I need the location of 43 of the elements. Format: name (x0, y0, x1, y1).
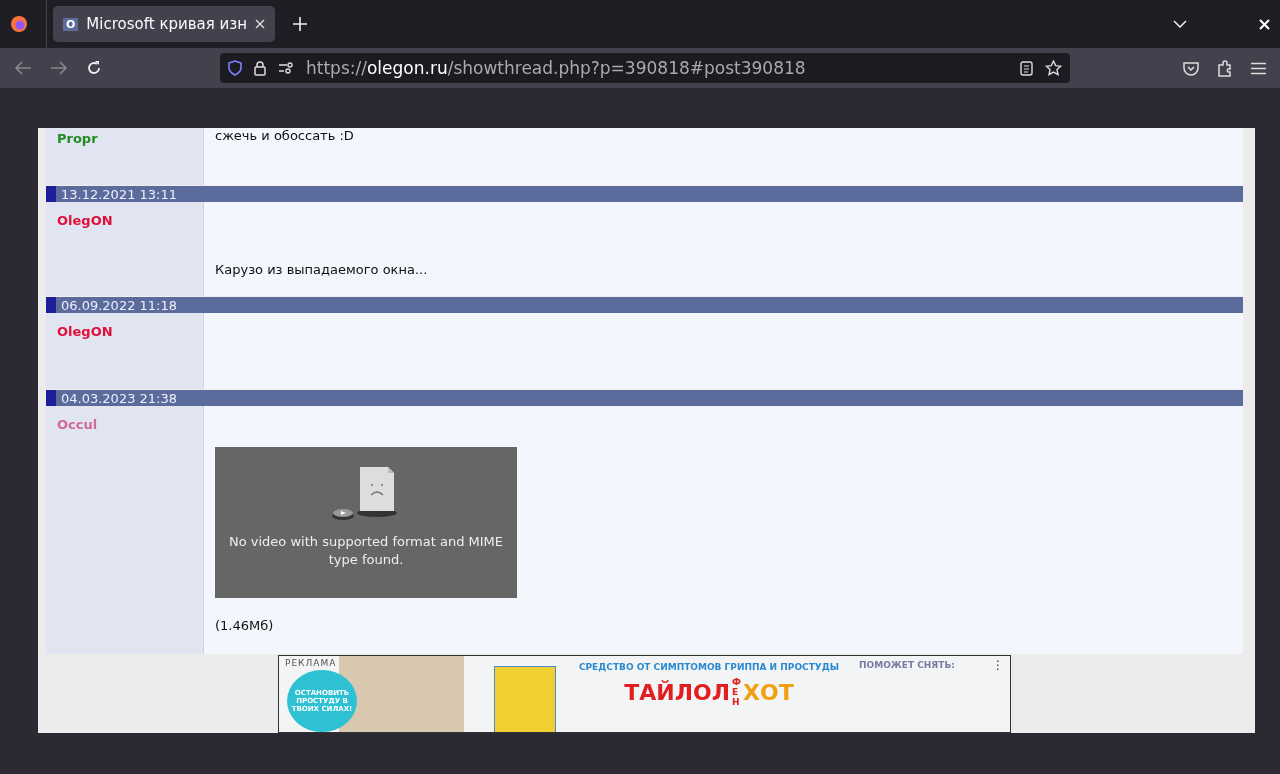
date-bar-marker (46, 186, 56, 202)
author-name[interactable]: Propr (57, 131, 98, 146)
product-box-drawing (494, 666, 556, 732)
ad-headline: СРЕДСТВО ОТ СИМПТОМОВ ГРИППА И ПРОСТУДЫ (578, 662, 840, 672)
firefox-logo-icon[interactable] (10, 15, 28, 33)
brand-name: ХОТ (743, 680, 794, 706)
ad-tagline: ПОМОЖЕТ СНЯТЬ: (859, 660, 955, 672)
post-text: Карузо из выпадаемого окна... (215, 262, 428, 277)
browser-tab[interactable]: O Microsoft кривая изн (53, 6, 275, 42)
author-name[interactable]: Occul (57, 417, 98, 432)
puzzle-piece-icon[interactable] (1217, 59, 1233, 77)
tab-title: Microsoft кривая изн (86, 15, 247, 33)
post-date: 13.12.2021 13:11 (60, 186, 178, 202)
sliders-icon[interactable] (278, 62, 294, 74)
forward-arrow-icon[interactable] (50, 61, 68, 75)
pocket-icon[interactable] (1183, 60, 1199, 76)
post-date: 06.09.2022 11:18 (60, 297, 178, 313)
ad-menu-button[interactable]: ⋮ (992, 658, 1004, 672)
back-arrow-icon[interactable] (14, 61, 32, 75)
date-bar-marker (46, 390, 56, 406)
reload-icon[interactable] (86, 60, 102, 76)
address-bar[interactable]: https://olegon.ru/showthread.php?p=390818#post390818 (220, 53, 1070, 83)
brand-name: ТАЙЛОЛ (624, 680, 730, 706)
post-date: 04.03.2023 21:38 (60, 390, 178, 406)
close-icon[interactable] (255, 19, 265, 29)
padlock-icon[interactable] (254, 60, 266, 76)
author-name[interactable]: OlegON (57, 324, 113, 339)
author-name[interactable]: OlegON (57, 213, 113, 228)
url-text: https://olegon.ru/showthread.php?p=390818#post390818 (306, 58, 806, 78)
video-error-message: No video with supported format and MIME type found. (227, 533, 504, 569)
new-tab-plus-icon[interactable] (293, 17, 307, 31)
brand-suffix: ФЕН (732, 678, 741, 708)
video-player[interactable]: No video with supported format and MIME type found. (215, 447, 517, 598)
site-favicon: O (63, 17, 79, 31)
ad-label: РЕКЛАМА (285, 658, 337, 668)
date-bar-marker (46, 297, 56, 313)
chevron-down-icon[interactable] (1173, 20, 1187, 28)
post-text: сжечь и обоссать :D (215, 128, 354, 143)
reader-view-icon[interactable] (1020, 60, 1033, 76)
star-icon[interactable] (1045, 60, 1062, 76)
post-text: (1.46Мб) (215, 618, 274, 633)
shield-icon[interactable] (228, 60, 242, 76)
menu-icon[interactable] (1251, 61, 1266, 75)
